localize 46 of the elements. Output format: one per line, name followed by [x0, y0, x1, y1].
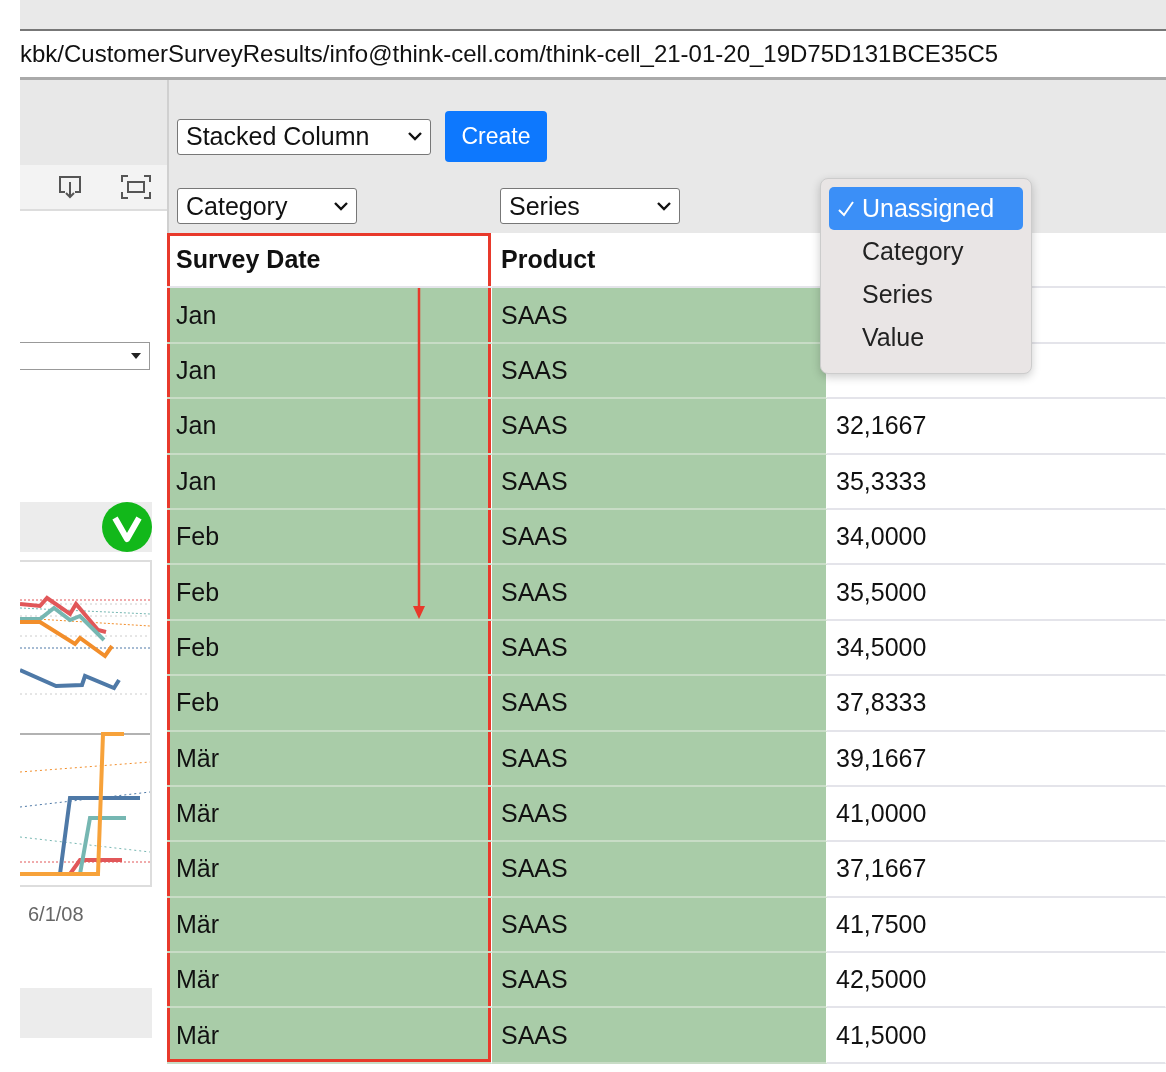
- table-cell: Feb: [167, 509, 492, 566]
- table-cell: Feb: [167, 565, 492, 621]
- caret-icon: [657, 201, 671, 211]
- table-cell: Mär: [167, 897, 492, 954]
- check-icon: [102, 502, 152, 552]
- fullscreen-icon[interactable]: [121, 175, 151, 199]
- table-cell: SAAS: [492, 343, 827, 400]
- table-cell: Jan: [167, 343, 492, 400]
- table-cell: Mär: [167, 1008, 492, 1064]
- menu-item[interactable]: Series: [829, 273, 1023, 316]
- menu-item[interactable]: Category: [829, 230, 1023, 273]
- table-cell: SAAS: [492, 786, 827, 843]
- table-cell: SAAS: [492, 1008, 827, 1064]
- table-cell: Mär: [167, 731, 492, 787]
- caret-icon: [408, 132, 422, 141]
- filter-dropdown[interactable]: [20, 342, 150, 370]
- table-cell: SAAS: [492, 897, 827, 954]
- table-cell: Mär: [167, 953, 492, 1009]
- url-text: kbk/CustomerSurveyResults/info@think-cell.com/think-cell_21-01-20_19D75D131BCE35C5: [20, 40, 999, 68]
- column-role-select[interactable]: Category: [177, 188, 357, 224]
- table-cell: Mär: [167, 786, 492, 843]
- axis-label: 6/1/08: [28, 903, 85, 926]
- create-button[interactable]: Create: [445, 111, 547, 162]
- table-cell: Jan: [167, 288, 492, 344]
- table-cell: SAAS: [492, 620, 827, 677]
- table-cell: Mär: [167, 842, 492, 898]
- menu-item[interactable]: Value: [829, 316, 1023, 359]
- chart-type-select[interactable]: Stacked Column: [177, 118, 431, 155]
- caret-icon: [131, 353, 141, 359]
- check-icon: [837, 200, 855, 217]
- table-cell: Jan: [167, 399, 492, 455]
- caret-icon: [334, 201, 348, 211]
- table-cell: Jan: [167, 454, 492, 510]
- table-cell: SAAS: [492, 509, 827, 566]
- table-cell: SAAS: [492, 676, 827, 732]
- download-icon[interactable]: [57, 174, 83, 200]
- table-cell: SAAS: [492, 953, 827, 1009]
- table-cell: SAAS: [492, 399, 827, 455]
- column-header: Survey Date: [167, 233, 492, 289]
- table-cell: SAAS: [492, 842, 827, 898]
- table-cell: SAAS: [492, 454, 827, 510]
- table-cell: Feb: [167, 620, 492, 677]
- table-cell: SAAS: [492, 731, 827, 787]
- table-cell: Feb: [167, 676, 492, 732]
- column-role-select[interactable]: Series: [500, 188, 680, 224]
- table-cell: SAAS: [492, 565, 827, 621]
